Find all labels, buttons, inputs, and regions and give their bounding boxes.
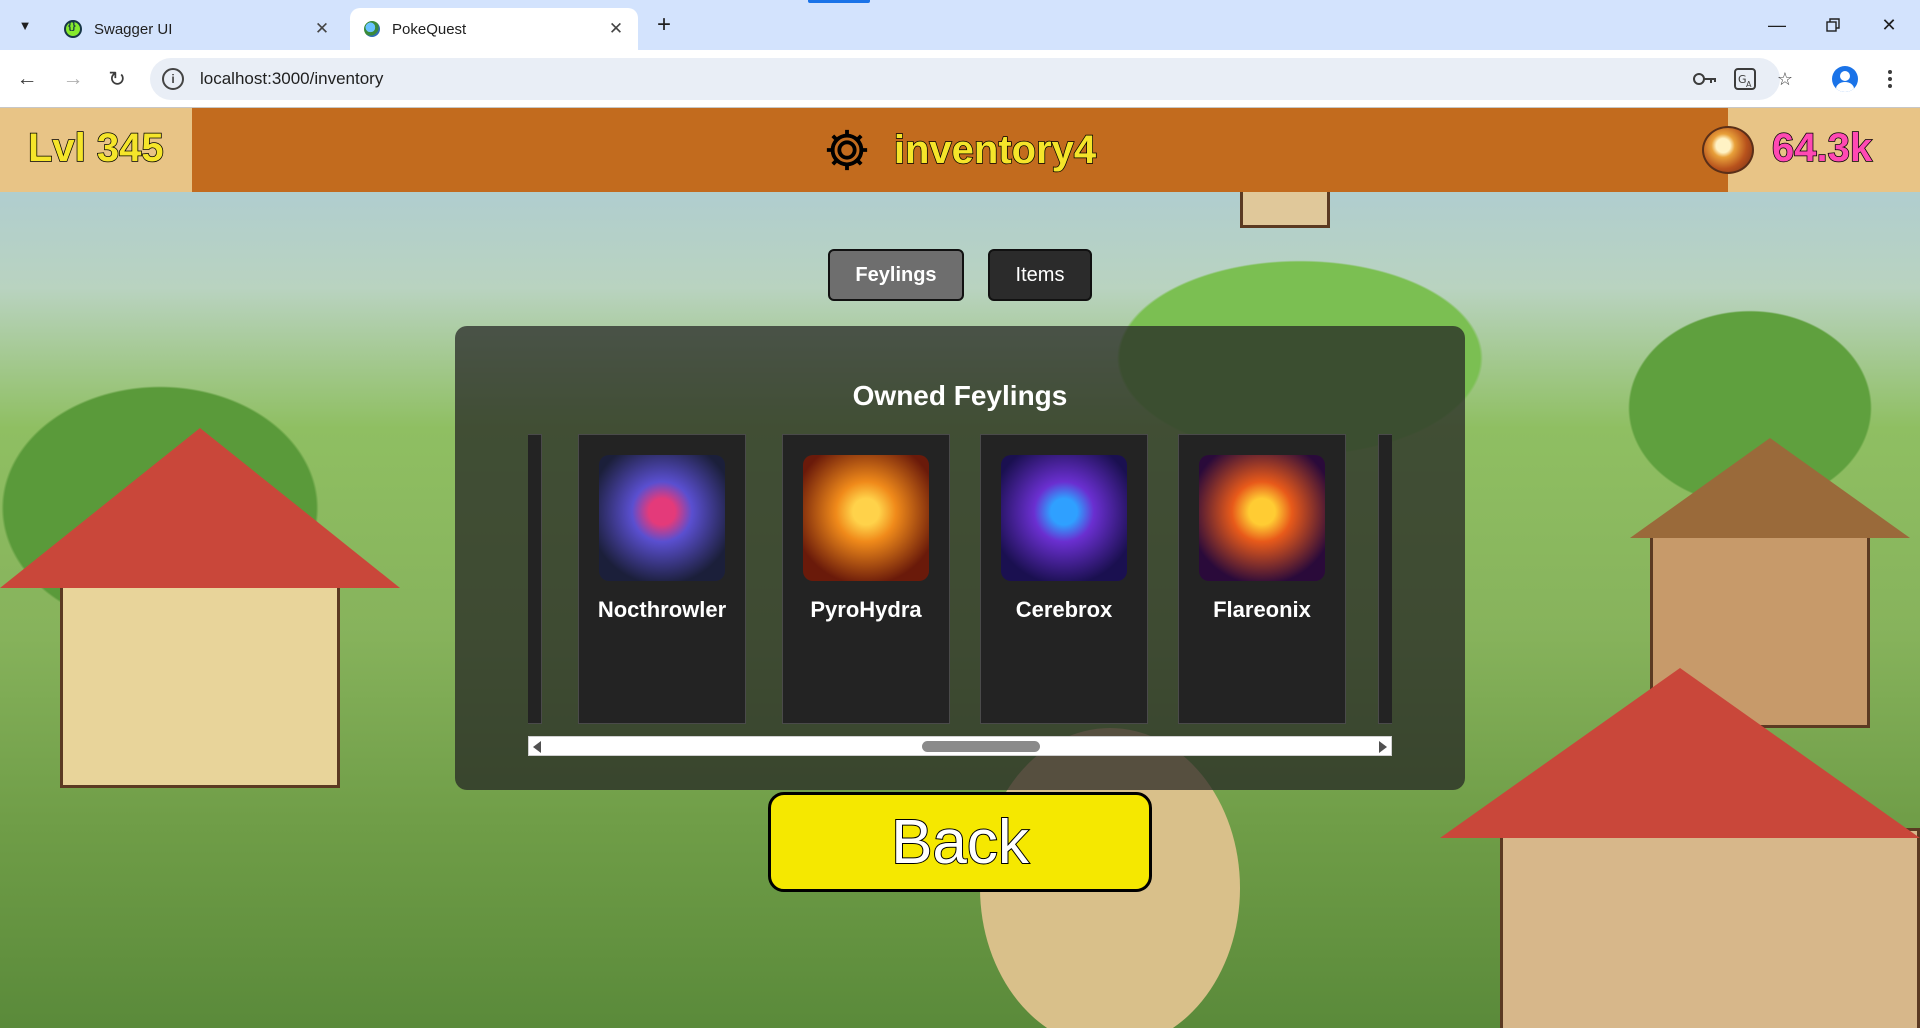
minimize-icon[interactable]: — [1762, 10, 1792, 40]
feyling-card[interactable]: Flareonix [1178, 434, 1346, 724]
house-left [60, 578, 340, 788]
feyling-portrait [1199, 455, 1325, 581]
globe-favicon-icon [364, 21, 380, 37]
tab-items[interactable]: Items [988, 249, 1092, 301]
roof-left [0, 428, 400, 588]
bookmark-star-icon[interactable]: ☆ [1772, 66, 1798, 92]
back-arrow-icon[interactable]: ← [12, 64, 42, 94]
new-tab-plus-icon[interactable]: + [652, 13, 676, 37]
browser-tab-swagger[interactable]: Swagger UI ✕ [50, 8, 344, 50]
browser-toolbar: ← → ↻ i localhost:3000/inventory GA ☆ [0, 50, 1920, 108]
feyling-card-list[interactable]: Nocthrowler PyroHydra Cerebrox Flareonix [528, 434, 1392, 726]
close-tab-icon[interactable]: ✕ [606, 19, 626, 39]
feyling-name: Cerebrox [1015, 597, 1113, 622]
scrollbar-thumb[interactable] [922, 741, 1041, 752]
tab-title: PokeQuest [392, 20, 467, 38]
profile-avatar-icon[interactable] [1832, 66, 1858, 92]
feyling-portrait [803, 455, 929, 581]
hud-center: inventory4 [192, 108, 1728, 192]
roof-right [1630, 438, 1910, 538]
tab-search-chevron-icon[interactable]: ▼ [12, 12, 38, 38]
translate-icon[interactable]: GA [1732, 66, 1758, 92]
browser-menu-icon[interactable] [1880, 66, 1900, 92]
feyling-card-partial-left[interactable] [528, 434, 542, 724]
close-window-icon[interactable]: ✕ [1874, 10, 1904, 40]
settings-gear-icon[interactable] [824, 127, 870, 173]
feyling-card[interactable]: Cerebrox [980, 434, 1148, 724]
inventory-panel: Owned Feylings Nocthrowler PyroHydra Cer… [455, 326, 1465, 790]
player-level: Lvl 345 [27, 125, 164, 171]
horizontal-scrollbar[interactable] [528, 736, 1392, 756]
tab-title: Swagger UI [94, 20, 173, 38]
address-bar[interactable]: i localhost:3000/inventory [150, 58, 1780, 100]
loading-indicator [808, 0, 870, 3]
site-info-icon[interactable]: i [162, 68, 184, 90]
house-bottom-right [1500, 828, 1920, 1028]
feyling-name: Flareonix [1213, 597, 1311, 622]
reload-icon[interactable]: ↻ [102, 64, 132, 94]
feyling-portrait [599, 455, 725, 581]
feyling-name: Nocthrowler [597, 597, 727, 622]
back-button-label: Back [890, 807, 1030, 878]
scroll-right-arrow-icon[interactable] [1379, 741, 1387, 753]
panel-title: Owned Feylings [852, 380, 1068, 411]
feyling-name: PyroHydra [810, 597, 922, 622]
feyling-card[interactable]: PyroHydra [782, 434, 950, 724]
restore-window-icon[interactable] [1818, 10, 1848, 40]
forward-arrow-icon[interactable]: → [58, 64, 88, 94]
username: inventory4 [893, 127, 1097, 173]
scroll-left-arrow-icon[interactable] [533, 741, 541, 753]
password-key-icon[interactable] [1692, 66, 1718, 92]
coin-balance: 64.3k [1771, 125, 1873, 171]
close-tab-icon[interactable]: ✕ [312, 19, 332, 39]
roof-bottom-right [1440, 668, 1920, 838]
coin-icon [1702, 126, 1754, 174]
url-text[interactable]: localhost:3000/inventory [200, 69, 383, 89]
back-button[interactable]: Back [768, 792, 1152, 892]
feyling-card[interactable]: Nocthrowler [578, 434, 746, 724]
game-page: Lvl 345 inventory4 64.3k Feylings Items … [0, 108, 1920, 1028]
feyling-portrait [1001, 455, 1127, 581]
svg-text:A: A [1746, 80, 1752, 89]
feyling-card-partial-right[interactable] [1378, 434, 1392, 724]
browser-tab-pokequest[interactable]: PokeQuest ✕ [350, 8, 638, 50]
hud-bar: Lvl 345 inventory4 64.3k [0, 108, 1920, 192]
tab-feylings[interactable]: Feylings [828, 249, 964, 301]
browser-tab-strip: ▼ Swagger UI ✕ PokeQuest ✕ + — ✕ [0, 0, 1920, 50]
swagger-favicon-icon [64, 20, 82, 38]
